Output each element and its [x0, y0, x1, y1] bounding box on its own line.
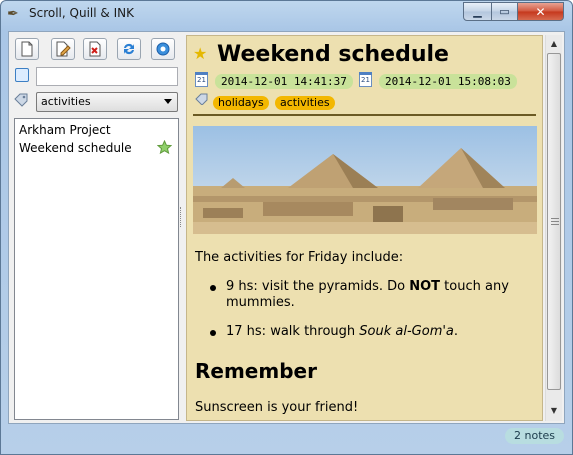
- note-intro: The activities for Friday include:: [195, 250, 404, 265]
- sync-button[interactable]: [117, 38, 141, 60]
- item-text: 17 hs: walk through: [226, 324, 360, 339]
- tag-icon: [195, 93, 208, 105]
- favorite-star-icon[interactable]: ★: [193, 46, 207, 62]
- vertical-scrollbar[interactable]: ▲ ▼: [545, 35, 562, 421]
- app-window: ✒ Scroll, Quill & INK ▁ ▭ ✕ activities A…: [0, 0, 573, 455]
- note-list-title: Weekend schedule: [19, 141, 132, 155]
- gear-icon: [156, 42, 170, 56]
- item-bold-text: NOT: [409, 279, 441, 294]
- tag-badge-activities[interactable]: activities: [275, 96, 335, 110]
- note-list-title: Arkham Project: [19, 123, 111, 137]
- close-icon: ✕: [535, 4, 546, 19]
- calendar-icon: 21: [195, 72, 208, 87]
- note-title: Weekend schedule: [217, 42, 449, 67]
- maximize-button[interactable]: ▭: [491, 2, 518, 21]
- modified-date-badge: 2014-12-01 15:08:03: [379, 74, 517, 89]
- maximize-icon: ▭: [499, 5, 510, 18]
- list-item[interactable]: Arkham Project: [15, 121, 178, 139]
- item-text: 9 hs: visit the pyramids. Do: [226, 279, 410, 294]
- new-page-icon: [21, 41, 33, 57]
- delete-page-icon: [89, 41, 101, 57]
- edit-page-icon: [56, 41, 71, 57]
- tag-badge-holidays[interactable]: holidays: [213, 96, 269, 110]
- main-client-area: activities Arkham Project Weekend schedu…: [8, 31, 565, 424]
- new-note-button[interactable]: [15, 38, 39, 60]
- created-date-badge: 2014-12-01 14:41:37: [215, 74, 353, 89]
- bullet-icon: [210, 330, 216, 336]
- calendar-icon: 21: [359, 72, 372, 87]
- sync-icon: [124, 43, 134, 55]
- note-view: ★ Weekend schedule 21 2014-12-01 14:41:3…: [186, 35, 543, 421]
- window-title: Scroll, Quill & INK: [29, 6, 134, 20]
- section-heading: Remember: [195, 359, 317, 383]
- tag-filter-select[interactable]: activities: [36, 92, 178, 112]
- list-item: 9 hs: visit the pyramids. Do NOT touch a…: [226, 279, 526, 311]
- minimize-icon: ▁: [473, 5, 482, 18]
- grip-line: [551, 224, 559, 225]
- item-text: touch any: [440, 279, 509, 294]
- item-text: mummies.: [226, 295, 295, 310]
- pyramids-photo: [193, 126, 537, 234]
- search-icon: [15, 68, 29, 82]
- tag-icon: [14, 93, 28, 107]
- item-italic-text: Souk al-Gom'a: [359, 324, 454, 339]
- scroll-down-icon[interactable]: ▼: [546, 403, 562, 419]
- title-divider: [193, 114, 536, 116]
- pane-splitter[interactable]: [180, 207, 183, 227]
- settings-button[interactable]: [151, 38, 175, 60]
- minimize-button[interactable]: ▁: [463, 2, 492, 21]
- delete-note-button[interactable]: [83, 38, 107, 60]
- edit-note-button[interactable]: [51, 38, 75, 60]
- list-item: 17 hs: walk through Souk al-Gom'a.: [226, 324, 526, 340]
- bullet-icon: [210, 285, 216, 291]
- chevron-down-icon: [164, 99, 172, 104]
- tag-filter-value: activities: [41, 95, 91, 108]
- title-bar[interactable]: ✒ Scroll, Quill & INK ▁ ▭ ✕: [1, 1, 572, 27]
- note-list[interactable]: Arkham Project Weekend schedule: [14, 118, 179, 420]
- calendar-day: 21: [361, 76, 370, 84]
- grip-line: [551, 218, 559, 219]
- note-count-badge: 2 notes: [505, 428, 565, 444]
- quill-app-icon: ✒: [7, 6, 19, 22]
- search-input[interactable]: [36, 67, 178, 86]
- close-button[interactable]: ✕: [517, 2, 564, 21]
- grip-line: [551, 221, 559, 222]
- scroll-thumb[interactable]: [547, 53, 561, 390]
- star-icon: [157, 140, 172, 155]
- scroll-up-icon[interactable]: ▲: [546, 36, 562, 52]
- calendar-day: 21: [197, 76, 206, 84]
- item-text: .: [453, 324, 459, 339]
- note-footer-text: Sunscreen is your friend!: [195, 400, 359, 415]
- list-item[interactable]: Weekend schedule: [15, 139, 178, 157]
